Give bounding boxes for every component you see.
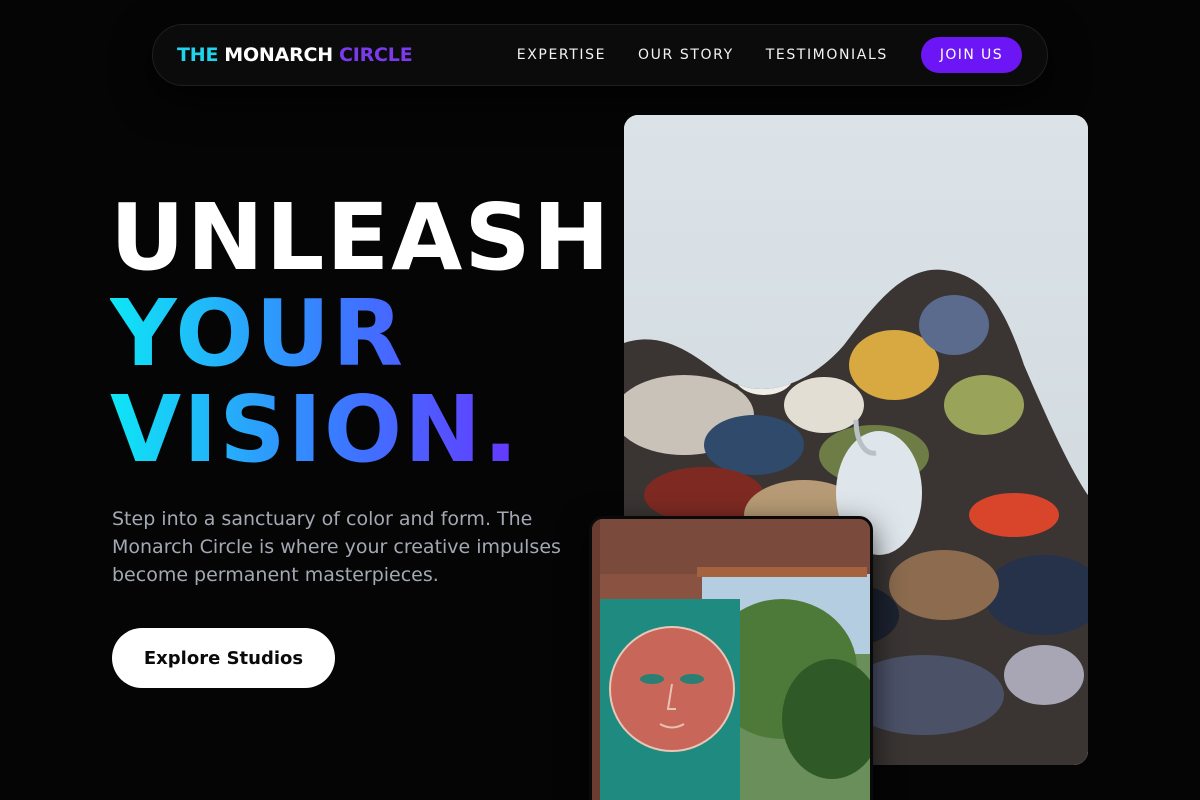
nav-link-our-story[interactable]: OUR STORY (638, 47, 734, 63)
explore-studios-button[interactable]: Explore Studios (112, 628, 335, 688)
headline-line-2: YOUR (110, 286, 612, 382)
logo-word-the: THE (177, 44, 219, 66)
nav-link-testimonials[interactable]: TESTIMONIALS (766, 47, 888, 63)
nav-link-expertise[interactable]: EXPERTISE (517, 47, 606, 63)
headline-line-3: VISION. (110, 382, 612, 478)
hero-headline: UNLEASH YOUR VISION. (110, 190, 612, 478)
page: THE MONARCH CIRCLE EXPERTISE OUR STORY T… (0, 0, 1200, 800)
hero-subtext: Step into a sanctuary of color and form.… (112, 508, 561, 586)
sun-mural-image (589, 516, 873, 800)
join-us-button[interactable]: JOIN US (920, 37, 1022, 73)
headline-line-1: UNLEASH (110, 184, 612, 291)
logo-word-monarch: MONARCH (224, 44, 333, 66)
top-navbar: THE MONARCH CIRCLE EXPERTISE OUR STORY T… (152, 24, 1048, 86)
brand-logo[interactable]: THE MONARCH CIRCLE (177, 44, 413, 66)
nav-links: EXPERTISE OUR STORY TESTIMONIALS JOIN US (517, 37, 1022, 73)
logo-word-circle: CIRCLE (339, 44, 413, 66)
